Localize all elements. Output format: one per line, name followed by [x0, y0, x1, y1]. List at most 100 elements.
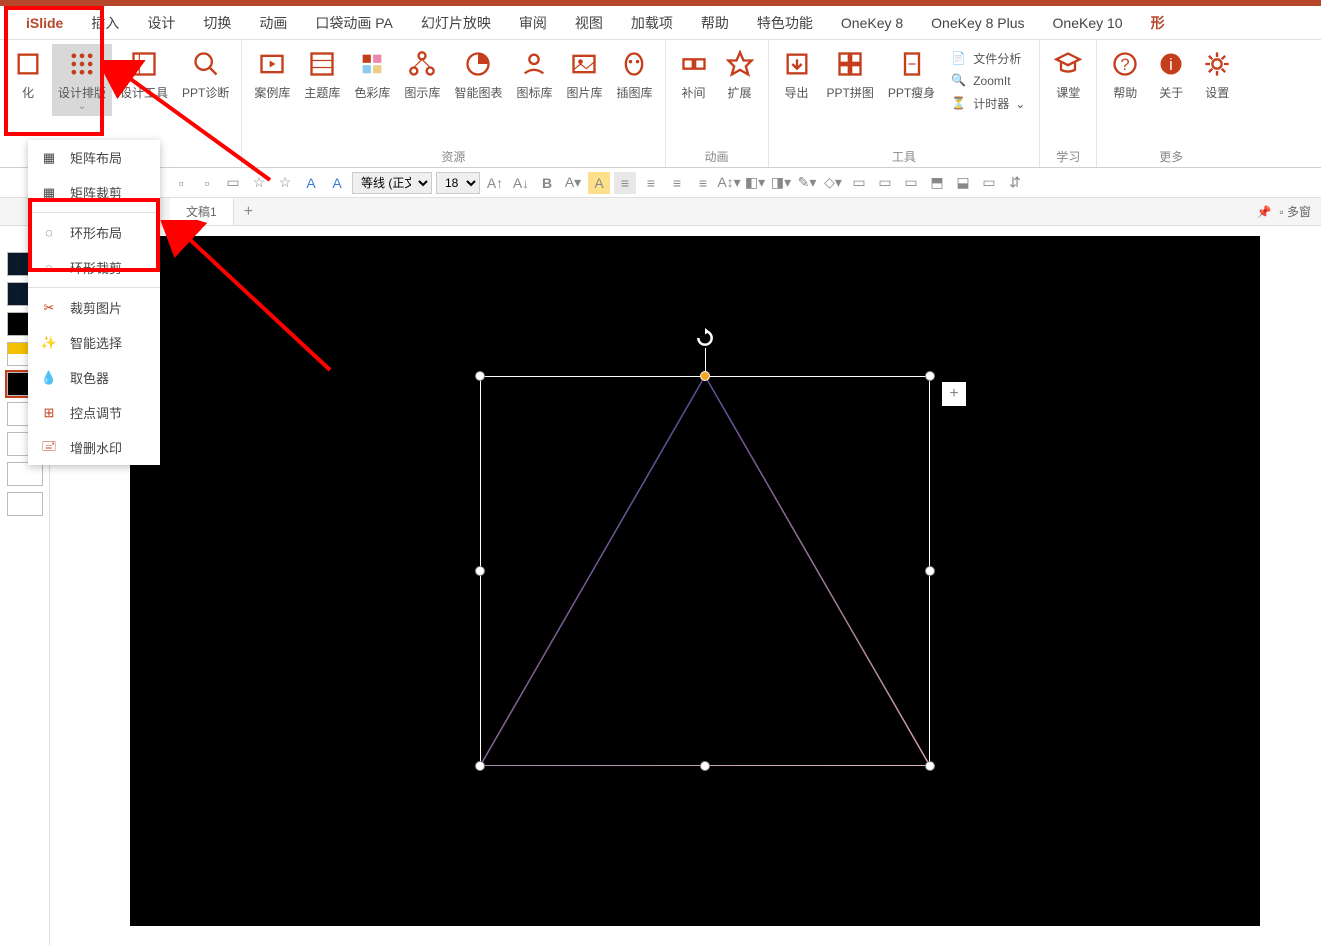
btn-export[interactable]: 导出: [775, 44, 819, 105]
btn-icon-lib[interactable]: 图标库: [510, 44, 558, 105]
btn-timer[interactable]: ⏳计时器 ⌄: [943, 93, 1033, 114]
dd-smart-select[interactable]: ✨智能选择: [28, 325, 160, 360]
tb-group3[interactable]: ▭: [978, 172, 1000, 194]
layout-dropdown: ▦矩阵布局 ▦矩阵裁剪 ◌环形布局 ◌环形裁剪 ✂裁剪图片 ✨智能选择 💧取色器…: [28, 140, 160, 465]
thumb-8[interactable]: [7, 462, 43, 486]
handle-bl[interactable]: [475, 761, 485, 771]
tb-increase-font[interactable]: A↑: [484, 172, 506, 194]
handle-mr[interactable]: [925, 566, 935, 576]
tb-bold[interactable]: B: [536, 172, 558, 194]
doc-tab-1[interactable]: 文稿1: [170, 198, 234, 225]
tb-align-left[interactable]: ≡: [614, 172, 636, 194]
btn-extend[interactable]: 扩展: [718, 44, 762, 105]
dd-control-point[interactable]: ⊞控点调节: [28, 395, 160, 430]
btn-file-analyze[interactable]: 📄文件分析: [943, 48, 1033, 69]
tab-addins[interactable]: 加载项: [617, 6, 687, 39]
btn-settings[interactable]: 设置: [1195, 44, 1239, 105]
tab-animation[interactable]: 动画: [245, 6, 301, 39]
btn-optimize[interactable]: 化: [6, 44, 50, 105]
tab-pocket-anim[interactable]: 口袋动画 PA: [301, 6, 407, 39]
btn-about[interactable]: i关于: [1149, 44, 1193, 105]
btn-theme-lib[interactable]: 主题库: [298, 44, 346, 105]
tab-transition[interactable]: 切换: [189, 6, 245, 39]
shape-plus[interactable]: +: [942, 382, 966, 406]
multi-window[interactable]: ▫ 多窗: [1279, 203, 1311, 220]
dd-ring-layout[interactable]: ◌环形布局: [28, 215, 160, 250]
tb-group1[interactable]: ⬒: [926, 172, 948, 194]
btn-case-lib[interactable]: 案例库: [248, 44, 296, 105]
btn-illustration-lib[interactable]: 插图库: [610, 44, 658, 105]
btn-smart-chart[interactable]: 智能图表: [448, 44, 508, 105]
dd-ring-crop[interactable]: ◌环形裁剪: [28, 250, 160, 285]
tb-shape1[interactable]: ◇▾: [822, 172, 844, 194]
dd-matrix-crop[interactable]: ▦矩阵裁剪: [28, 175, 160, 210]
tb-btn-3[interactable]: ▭: [222, 172, 244, 194]
tb-align-justify[interactable]: ≡: [692, 172, 714, 194]
dd-watermark[interactable]: 🖃增删水印: [28, 430, 160, 465]
tab-help[interactable]: 帮助: [687, 6, 743, 39]
pin-icon[interactable]: 📌: [1256, 205, 1271, 219]
tab-islide[interactable]: iSlide: [12, 6, 77, 39]
tab-onekey8[interactable]: OneKey 8: [827, 6, 917, 39]
tb-group4[interactable]: ⇵: [1004, 172, 1026, 194]
btn-color-lib[interactable]: 色彩库: [348, 44, 396, 105]
tab-slideshow[interactable]: 幻灯片放映: [407, 6, 505, 39]
handle-ml[interactable]: [475, 566, 485, 576]
tb-btn-5[interactable]: ☆: [274, 172, 296, 194]
font-select[interactable]: 等线 (正文: [352, 172, 432, 194]
handle-tr[interactable]: [925, 371, 935, 381]
btn-tween[interactable]: 补间: [672, 44, 716, 105]
tab-shape[interactable]: 形: [1137, 6, 1179, 39]
tb-group2[interactable]: ⬓: [952, 172, 974, 194]
selected-shape[interactable]: +: [480, 376, 930, 766]
tb-fontcolor[interactable]: A▾: [562, 172, 584, 194]
btn-design-layout[interactable]: 设计排版 ⌄: [52, 44, 112, 116]
slide-canvas[interactable]: +: [130, 236, 1260, 926]
tb-fill[interactable]: ◧▾: [744, 172, 766, 194]
btn-ppt-diagnose[interactable]: PPT诊断: [176, 44, 235, 105]
svg-text:?: ?: [1121, 56, 1130, 74]
tools-icon: [128, 48, 160, 80]
btn-ppt-slim[interactable]: PPT瘦身: [882, 44, 941, 105]
tab-onekey8plus[interactable]: OneKey 8 Plus: [917, 6, 1038, 39]
tab-features[interactable]: 特色功能: [743, 6, 827, 39]
thumb-9[interactable]: [7, 492, 43, 516]
tb-align-right[interactable]: ≡: [666, 172, 688, 194]
handle-tl[interactable]: [475, 371, 485, 381]
dd-crop-image[interactable]: ✂裁剪图片: [28, 290, 160, 325]
doc-add[interactable]: +: [234, 203, 263, 221]
tb-shape2[interactable]: ▭: [848, 172, 870, 194]
btn-class[interactable]: 课堂: [1046, 44, 1090, 105]
tab-onekey10[interactable]: OneKey 10: [1039, 6, 1137, 39]
tb-btn-2[interactable]: ▫: [196, 172, 218, 194]
tb-pen[interactable]: ✎▾: [796, 172, 818, 194]
tab-view[interactable]: 视图: [561, 6, 617, 39]
tb-shape3[interactable]: ▭: [874, 172, 896, 194]
tb-btn-7[interactable]: A: [326, 172, 348, 194]
tab-design[interactable]: 设计: [133, 6, 189, 39]
tb-shape4[interactable]: ▭: [900, 172, 922, 194]
tb-btn-4[interactable]: ☆: [248, 172, 270, 194]
handle-bm[interactable]: [700, 761, 710, 771]
tb-decrease-font[interactable]: A↓: [510, 172, 532, 194]
handle-br[interactable]: [925, 761, 935, 771]
handle-tm[interactable]: [700, 371, 710, 381]
tb-line-spacing[interactable]: A↕▾: [718, 172, 740, 194]
rotate-handle[interactable]: [695, 328, 715, 348]
tab-insert[interactable]: 插入: [77, 6, 133, 39]
tb-btn-6[interactable]: A: [300, 172, 322, 194]
btn-diagram-lib[interactable]: 图示库: [398, 44, 446, 105]
dd-matrix-layout[interactable]: ▦矩阵布局: [28, 140, 160, 175]
btn-design-tools[interactable]: 设计工具: [114, 44, 174, 105]
tb-align-center[interactable]: ≡: [640, 172, 662, 194]
size-select[interactable]: 18: [436, 172, 480, 194]
tb-outline[interactable]: ◨▾: [770, 172, 792, 194]
tab-review[interactable]: 审阅: [505, 6, 561, 39]
tb-btn-1[interactable]: ▫: [170, 172, 192, 194]
btn-help[interactable]: ?帮助: [1103, 44, 1147, 105]
btn-ppt-merge[interactable]: PPT拼图: [821, 44, 880, 105]
tb-highlight[interactable]: A: [588, 172, 610, 194]
dd-color-picker[interactable]: 💧取色器: [28, 360, 160, 395]
btn-zoomit[interactable]: 🔍ZoomIt: [943, 71, 1033, 91]
btn-image-lib[interactable]: 图片库: [560, 44, 608, 105]
